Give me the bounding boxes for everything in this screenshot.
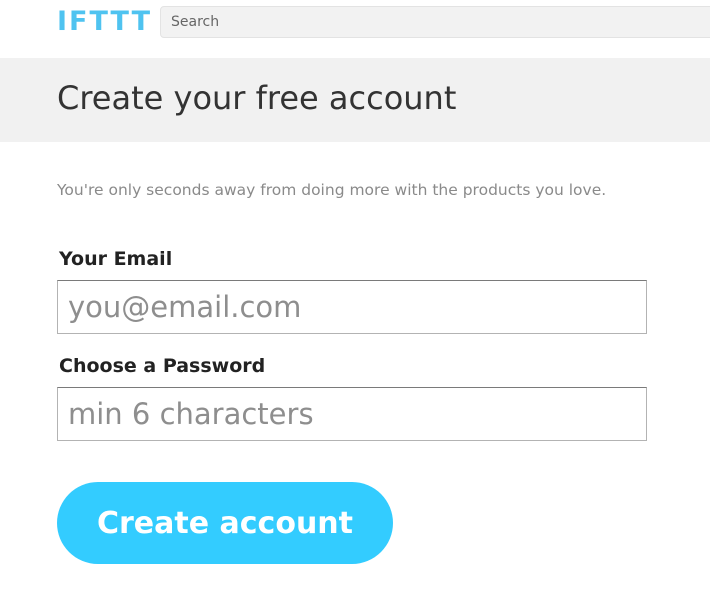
password-label: Choose a Password [59, 355, 266, 377]
create-account-button[interactable]: Create account [57, 482, 393, 564]
email-label: Your Email [59, 248, 173, 270]
ifttt-logo[interactable]: IFTTT [57, 7, 152, 37]
password-field[interactable] [57, 387, 647, 441]
top-bar: IFTTT [0, 0, 710, 58]
email-field[interactable] [57, 280, 647, 334]
page-title: Create your free account [57, 79, 457, 117]
page-tagline: You're only seconds away from doing more… [57, 181, 607, 199]
search-input[interactable] [160, 6, 710, 38]
page-header: Create your free account [0, 58, 710, 142]
